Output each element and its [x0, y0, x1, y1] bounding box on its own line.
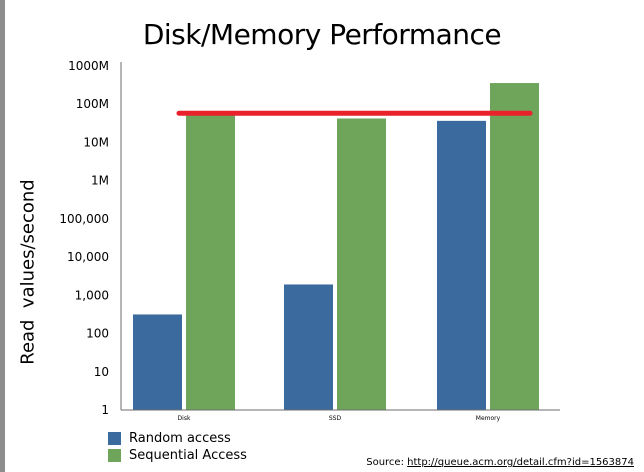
source-citation: Source: http://queue.acm.org/detail.cfm?… [366, 457, 634, 468]
y-tick-label: 1,000 [75, 288, 109, 302]
y-tick-label: 10,000 [67, 250, 109, 264]
source-prefix: Source: [366, 457, 408, 468]
legend-item-sequential: Sequential Access [108, 447, 247, 464]
y-tick-label: 10M [83, 135, 109, 149]
bar-memory-sequential [490, 83, 539, 411]
bar-disk-sequential [186, 115, 235, 410]
legend-swatch-random [108, 432, 121, 445]
bar-ssd-sequential [337, 118, 386, 411]
chart-plot: 1 10 100 1,000 10,000 100,000 1M 10M 100M 1000M Di… [59, 59, 560, 422]
bar-ssd-random [284, 284, 333, 410]
x-tick-label: Memory [476, 415, 501, 422]
x-tick-label: SSD [329, 415, 342, 422]
y-tick-label: 100,000 [59, 212, 109, 226]
legend-swatch-sequential [108, 449, 121, 462]
legend-item-random: Random access [108, 430, 247, 447]
y-tick-label: 100M [76, 97, 109, 111]
y-tick-label: 1000M [68, 59, 109, 73]
legend-label-random: Random access [129, 431, 231, 446]
y-tick-label: 1M [91, 174, 109, 188]
bar-disk-random [133, 314, 182, 410]
y-tick-label: 10 [94, 365, 109, 379]
legend-label-sequential: Sequential Access [129, 448, 247, 463]
legend: Random access Sequential Access [108, 430, 247, 464]
y-tick-label: 100 [86, 327, 109, 341]
x-tick-label: Disk [178, 415, 191, 422]
y-tick-label: 1 [101, 403, 109, 417]
source-link[interactable]: http://queue.acm.org/detail.cfm?id=15638… [407, 457, 634, 468]
bar-memory-random [437, 120, 486, 410]
